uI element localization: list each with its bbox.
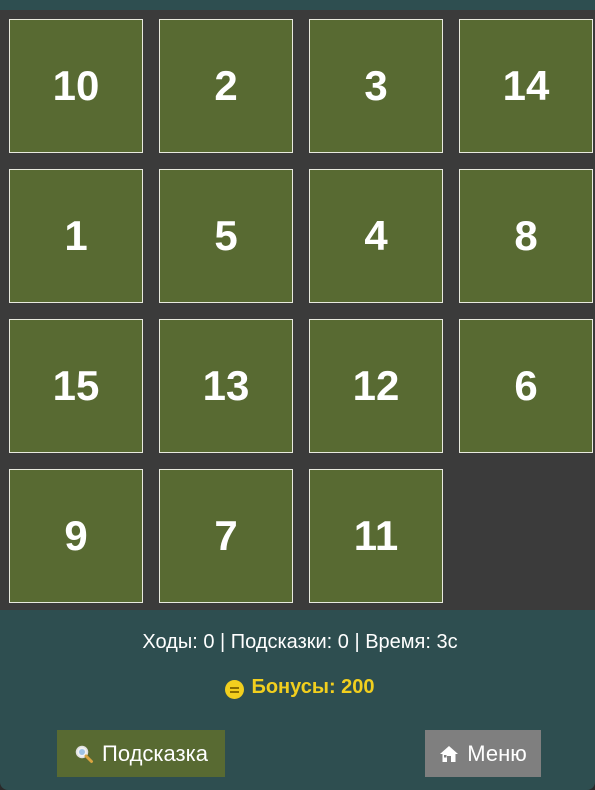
bonus-label: Бонусы: 200	[251, 676, 375, 698]
puzzle-tile[interactable]: 1	[9, 169, 143, 303]
puzzle-tile[interactable]: 4	[309, 169, 443, 303]
menu-button[interactable]: Меню	[425, 730, 541, 777]
puzzle-tile[interactable]: 14	[459, 19, 593, 153]
hint-button-label: Подсказка	[102, 740, 208, 766]
puzzle-tile[interactable]: 11	[309, 469, 443, 603]
puzzle-tile[interactable]: 10	[9, 19, 143, 153]
home-icon	[440, 745, 459, 762]
puzzle-tile[interactable]: 15	[9, 319, 143, 453]
menu-button-label: Меню	[467, 740, 527, 766]
empty-cell	[459, 469, 593, 603]
puzzle-tile[interactable]: 2	[159, 19, 293, 153]
puzzle-tile[interactable]: 12	[309, 319, 443, 453]
puzzle-tile[interactable]: 13	[159, 319, 293, 453]
puzzle-tile[interactable]: 9	[9, 469, 143, 603]
puzzle-tile[interactable]: 8	[459, 169, 593, 303]
puzzle-tile[interactable]: 6	[459, 319, 593, 453]
game-window: 10 2 3 14 1 5 4 8 15 13 12 6 9 7 11 Ходы: 0 | Подсказк…	[0, 0, 595, 790]
bonus-display: Бонусы: 200	[0, 676, 595, 699]
puzzle-tile[interactable]: 7	[159, 469, 293, 603]
puzzle-tile[interactable]: 3	[309, 19, 443, 153]
hint-button[interactable]: Подсказка	[57, 730, 225, 777]
coin-icon	[225, 680, 245, 699]
magnifier-icon	[75, 745, 94, 763]
game-stats: Ходы: 0 | Подсказки: 0 | Время: 3с	[142, 631, 458, 653]
puzzle-tile[interactable]: 5	[159, 169, 293, 303]
puzzle-board: 10 2 3 14 1 5 4 8 15 13 12 6 9 7 11	[0, 10, 595, 610]
